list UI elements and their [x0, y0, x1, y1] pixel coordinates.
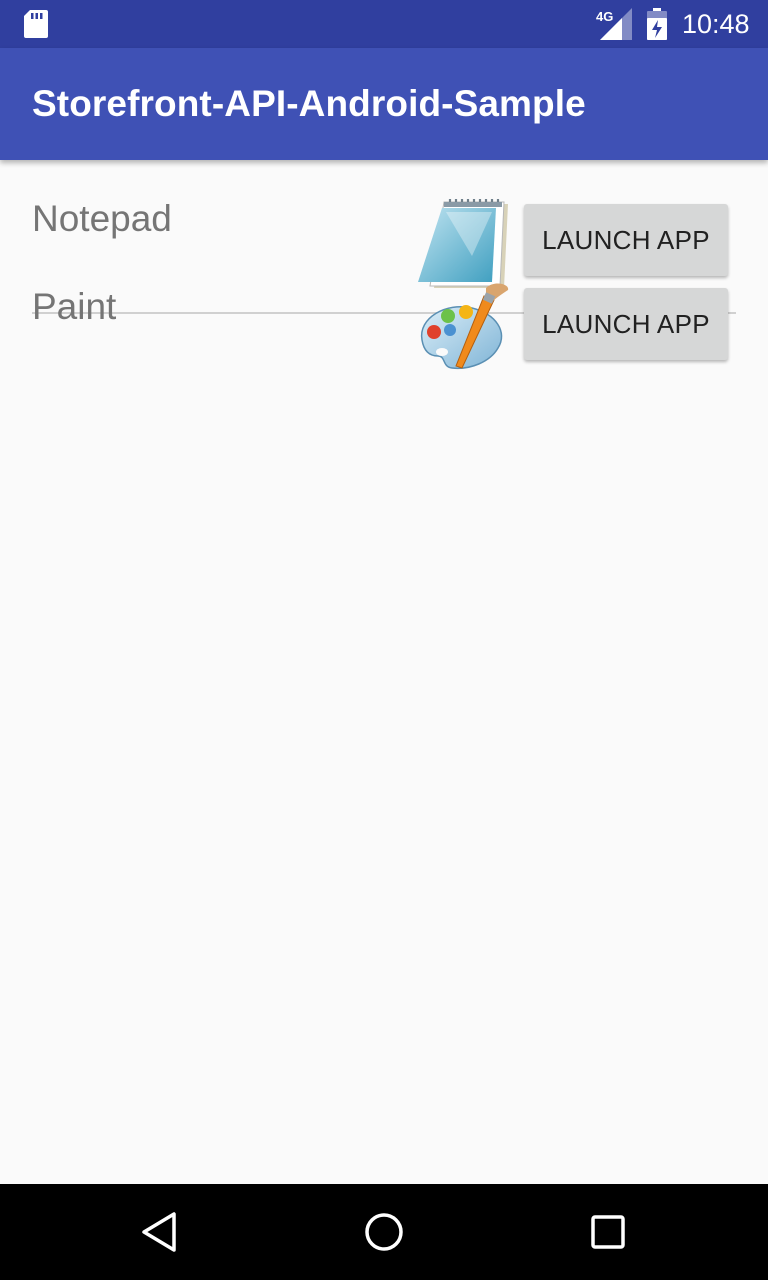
back-icon[interactable] — [136, 1208, 184, 1256]
app-name-label: Paint — [32, 286, 117, 327]
recents-icon[interactable] — [584, 1208, 632, 1256]
status-bar: 4G 10:48 — [0, 0, 768, 48]
list-item-paint: Paint LAUNCH APP — [0, 282, 768, 404]
paint-palette-icon — [420, 283, 509, 370]
network-type-label: 4G — [596, 9, 613, 24]
cell-signal-icon: 4G — [596, 8, 632, 40]
notepad-icon — [418, 199, 508, 288]
app-list: Notepad LAUNCH APP Paint LAUNCH APP — [0, 160, 768, 404]
app-bar: Storefront-API-Android-Sample — [0, 48, 768, 160]
navigation-bar — [0, 1184, 768, 1280]
launch-app-button-paint[interactable]: LAUNCH APP — [524, 288, 728, 360]
sd-card-icon — [24, 10, 48, 38]
list-item-notepad: Notepad LAUNCH APP — [0, 160, 768, 314]
home-icon[interactable] — [360, 1208, 408, 1256]
app-name-label: Notepad — [32, 198, 172, 239]
battery-charging-icon — [647, 8, 667, 40]
status-clock: 10:48 — [682, 9, 750, 39]
launch-app-button-notepad[interactable]: LAUNCH APP — [524, 204, 728, 276]
app-title: Storefront-API-Android-Sample — [32, 83, 586, 124]
